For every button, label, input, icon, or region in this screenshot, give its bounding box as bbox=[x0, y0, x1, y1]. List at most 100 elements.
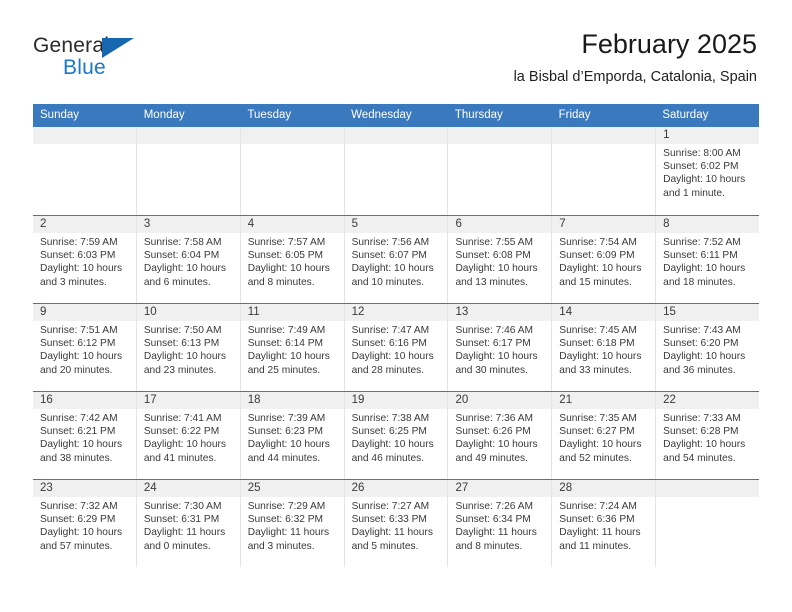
day-sunrise: Sunrise: 7:56 AM bbox=[351, 237, 430, 248]
day-cell-20[interactable]: 20 Sunrise: 7:36 AM Sunset: 6:26 PM Dayligh… bbox=[448, 392, 553, 479]
day-sunset: Sunset: 6:22 PM bbox=[143, 426, 220, 438]
day-cell-23[interactable]: 23 Sunrise: 7:32 AM Sunset: 6:29 PM Dayligh… bbox=[33, 480, 137, 567]
day-details bbox=[656, 497, 759, 500]
day-sunrise: Sunrise: 7:49 AM bbox=[247, 325, 326, 336]
day-details: Sunrise: 7:56 AM Sunset: 6:07 PM Daylight:… bbox=[345, 233, 448, 289]
day-cell-7[interactable]: 7 Sunrise: 7:54 AM Sunset: 6:09 PM Daylight… bbox=[552, 216, 657, 303]
day-details: Sunrise: 7:41 AM Sunset: 6:22 PM Daylight:… bbox=[137, 409, 240, 465]
day-sunrise: Sunrise: 7:42 AM bbox=[40, 413, 118, 424]
day-daylight-line2: and 41 minutes. bbox=[143, 452, 217, 464]
day-details: Sunrise: 7:29 AM Sunset: 6:32 PM Daylight:… bbox=[241, 497, 344, 553]
day-sunrise: Sunrise: 7:38 AM bbox=[351, 413, 430, 424]
day-cell-24[interactable]: 24 Sunrise: 7:30 AM Sunset: 6:31 PM Dayligh… bbox=[136, 480, 241, 567]
day-daylight-line1: Daylight: 10 hours bbox=[40, 263, 123, 275]
calendar-week-row: 16 Sunrise: 7:42 AM Sunset: 6:21 PM Dayligh… bbox=[33, 391, 760, 479]
day-details: Sunrise: 8:00 AM Sunset: 6:02 PM Daylight:… bbox=[656, 144, 759, 200]
day-sunset: Sunset: 6:31 PM bbox=[143, 514, 220, 526]
day-daylight-line2: and 11 minutes. bbox=[559, 540, 632, 552]
day-cell-14[interactable]: 14 Sunrise: 7:45 AM Sunset: 6:18 PM Dayligh… bbox=[552, 304, 657, 391]
day-sunrise: Sunrise: 7:47 AM bbox=[351, 325, 430, 336]
day-daylight-line1: Daylight: 11 hours bbox=[455, 527, 537, 539]
day-details: Sunrise: 7:36 AM Sunset: 6:26 PM Daylight:… bbox=[448, 409, 551, 465]
day-daylight-line2: and 46 minutes. bbox=[351, 452, 425, 464]
day-cell-15[interactable]: 15 Sunrise: 7:43 AM Sunset: 6:20 PM Dayligh… bbox=[656, 304, 760, 391]
day-daylight-line2: and 49 minutes. bbox=[455, 452, 528, 464]
day-daylight-line2: and 28 minutes. bbox=[351, 364, 425, 376]
page-subtitle: la Bisbal d’Emporda, Catalonia, Spain bbox=[513, 69, 757, 85]
logo-text-blue: Blue bbox=[63, 56, 106, 79]
day-sunrise: Sunrise: 7:50 AM bbox=[143, 325, 222, 336]
day-sunset: Sunset: 6:27 PM bbox=[559, 426, 635, 438]
day-number bbox=[448, 127, 552, 144]
day-details: Sunrise: 7:51 AM Sunset: 6:12 PM Daylight:… bbox=[33, 321, 136, 377]
day-details bbox=[345, 144, 448, 147]
day-cell-12[interactable]: 12 Sunrise: 7:47 AM Sunset: 6:16 PM Dayligh… bbox=[344, 304, 449, 391]
day-daylight-line2: and 23 minutes. bbox=[143, 364, 217, 376]
day-cell-2[interactable]: 2 Sunrise: 7:59 AM Sunset: 6:03 PM Daylight… bbox=[33, 216, 137, 303]
day-number: 19 bbox=[344, 392, 448, 409]
day-number: 10 bbox=[136, 304, 240, 321]
day-sunrise: Sunrise: 7:57 AM bbox=[247, 237, 326, 248]
day-sunrise: Sunrise: 7:36 AM bbox=[455, 413, 534, 424]
calendar-week-row: 9 Sunrise: 7:51 AM Sunset: 6:12 PM Daylight… bbox=[33, 303, 760, 391]
day-cell-21[interactable]: 21 Sunrise: 7:35 AM Sunset: 6:27 PM Dayligh… bbox=[552, 392, 657, 479]
day-sunset: Sunset: 6:11 PM bbox=[663, 250, 738, 262]
day-details: Sunrise: 7:57 AM Sunset: 6:05 PM Daylight:… bbox=[241, 233, 344, 289]
day-sunrise: Sunrise: 8:00 AM bbox=[663, 148, 741, 159]
day-daylight-line2: and 0 minutes. bbox=[143, 540, 211, 552]
day-cell-17[interactable]: 17 Sunrise: 7:41 AM Sunset: 6:22 PM Dayligh… bbox=[136, 392, 241, 479]
day-cell-4[interactable]: 4 Sunrise: 7:57 AM Sunset: 6:05 PM Daylight… bbox=[240, 216, 345, 303]
day-sunset: Sunset: 6:09 PM bbox=[559, 250, 635, 262]
day-cell-27[interactable]: 27 Sunrise: 7:26 AM Sunset: 6:34 PM Dayligh… bbox=[448, 480, 553, 567]
day-cell-empty bbox=[448, 127, 553, 215]
general-blue-logo[interactable]: General Blue bbox=[33, 34, 233, 90]
day-daylight-line2: and 54 minutes. bbox=[663, 452, 736, 464]
day-cell-5[interactable]: 5 Sunrise: 7:56 AM Sunset: 6:07 PM Daylight… bbox=[344, 216, 449, 303]
day-cell-18[interactable]: 18 Sunrise: 7:39 AM Sunset: 6:23 PM Dayligh… bbox=[240, 392, 345, 479]
weekday-header-thursday: Thursday bbox=[454, 109, 503, 121]
day-daylight-line1: Daylight: 10 hours bbox=[663, 351, 746, 363]
day-details: Sunrise: 7:38 AM Sunset: 6:25 PM Daylight:… bbox=[345, 409, 448, 465]
day-sunrise: Sunrise: 7:26 AM bbox=[455, 501, 534, 512]
day-details: Sunrise: 7:45 AM Sunset: 6:18 PM Daylight:… bbox=[552, 321, 655, 377]
day-cell-8[interactable]: 8 Sunrise: 7:52 AM Sunset: 6:11 PM Daylight… bbox=[656, 216, 760, 303]
day-cell-13[interactable]: 13 Sunrise: 7:46 AM Sunset: 6:17 PM Dayligh… bbox=[448, 304, 553, 391]
day-sunset: Sunset: 6:13 PM bbox=[143, 338, 220, 350]
day-sunset: Sunset: 6:29 PM bbox=[40, 514, 116, 526]
day-cell-3[interactable]: 3 Sunrise: 7:58 AM Sunset: 6:04 PM Daylight… bbox=[136, 216, 241, 303]
day-number: 7 bbox=[552, 216, 656, 233]
day-cell-10[interactable]: 10 Sunrise: 7:50 AM Sunset: 6:13 PM Dayligh… bbox=[136, 304, 241, 391]
day-daylight-line2: and 38 minutes. bbox=[40, 452, 113, 464]
day-number: 28 bbox=[552, 480, 656, 497]
day-daylight-line1: Daylight: 10 hours bbox=[559, 351, 642, 363]
day-cell-16[interactable]: 16 Sunrise: 7:42 AM Sunset: 6:21 PM Dayligh… bbox=[33, 392, 137, 479]
logo-triangle-icon bbox=[102, 38, 134, 58]
day-cell-28[interactable]: 28 Sunrise: 7:24 AM Sunset: 6:36 PM Dayligh… bbox=[552, 480, 657, 567]
day-number: 17 bbox=[136, 392, 240, 409]
day-number bbox=[344, 127, 448, 144]
day-cell-22[interactable]: 22 Sunrise: 7:33 AM Sunset: 6:28 PM Dayligh… bbox=[656, 392, 760, 479]
day-sunrise: Sunrise: 7:33 AM bbox=[663, 413, 741, 424]
day-cell-25[interactable]: 25 Sunrise: 7:29 AM Sunset: 6:32 PM Dayligh… bbox=[240, 480, 345, 567]
day-sunset: Sunset: 6:34 PM bbox=[455, 514, 531, 526]
day-cell-1[interactable]: 1 Sunrise: 8:00 AM Sunset: 6:02 PM Daylight… bbox=[656, 127, 760, 215]
day-daylight-line1: Daylight: 10 hours bbox=[455, 351, 538, 363]
day-cell-6[interactable]: 6 Sunrise: 7:55 AM Sunset: 6:08 PM Daylight… bbox=[448, 216, 553, 303]
day-number: 16 bbox=[33, 392, 136, 409]
day-cell-9[interactable]: 9 Sunrise: 7:51 AM Sunset: 6:12 PM Daylight… bbox=[33, 304, 137, 391]
day-details: Sunrise: 7:39 AM Sunset: 6:23 PM Daylight:… bbox=[241, 409, 344, 465]
day-sunrise: Sunrise: 7:46 AM bbox=[455, 325, 534, 336]
day-details: Sunrise: 7:55 AM Sunset: 6:08 PM Daylight:… bbox=[448, 233, 551, 289]
day-details: Sunrise: 7:59 AM Sunset: 6:03 PM Daylight:… bbox=[33, 233, 136, 289]
day-cell-19[interactable]: 19 Sunrise: 7:38 AM Sunset: 6:25 PM Dayligh… bbox=[344, 392, 449, 479]
day-daylight-line1: Daylight: 11 hours bbox=[351, 527, 433, 539]
day-cell-11[interactable]: 11 Sunrise: 7:49 AM Sunset: 6:14 PM Dayligh… bbox=[240, 304, 345, 391]
day-daylight-line2: and 6 minutes. bbox=[143, 276, 211, 288]
day-daylight-line2: and 33 minutes. bbox=[559, 364, 632, 376]
day-sunrise: Sunrise: 7:30 AM bbox=[143, 501, 222, 512]
day-cell-26[interactable]: 26 Sunrise: 7:27 AM Sunset: 6:33 PM Dayligh… bbox=[344, 480, 449, 567]
day-number bbox=[552, 127, 656, 144]
day-daylight-line2: and 52 minutes. bbox=[559, 452, 632, 464]
day-details: Sunrise: 7:46 AM Sunset: 6:17 PM Daylight:… bbox=[448, 321, 551, 377]
day-number: 24 bbox=[136, 480, 240, 497]
